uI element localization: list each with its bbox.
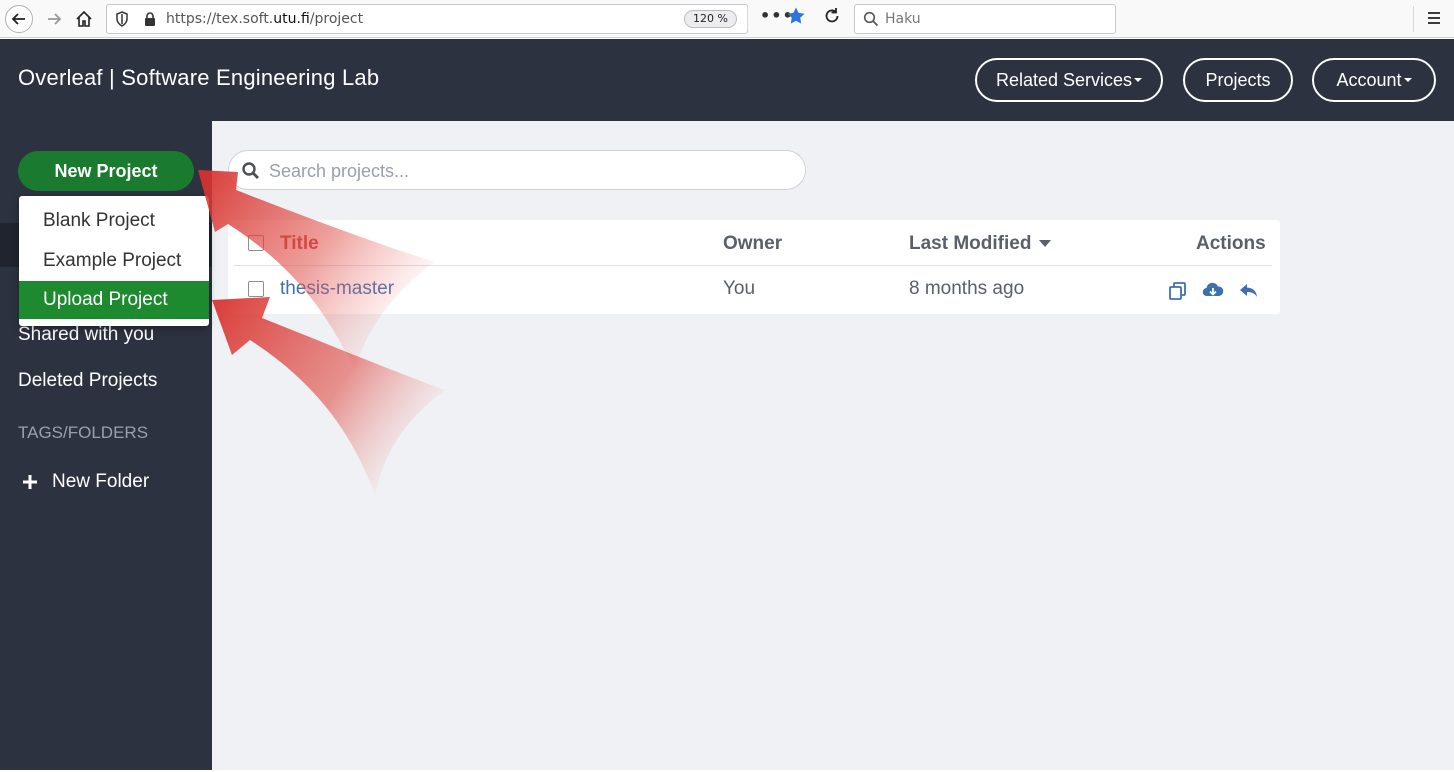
app-header: Overleaf | Software Engineering Lab Rela…: [0, 39, 1454, 121]
project-search-input[interactable]: [269, 159, 789, 183]
download-icon[interactable]: [1202, 281, 1224, 301]
dropdown-item-blank-project[interactable]: Blank Project: [19, 202, 209, 240]
dropdown-item-upload-project[interactable]: Upload Project: [19, 281, 209, 319]
sidebar-item-shared[interactable]: Shared with you: [18, 324, 154, 346]
project-last-modified: 8 months ago: [909, 278, 1025, 299]
browser-search-placeholder: Haku: [885, 11, 921, 27]
tags-folders-heading: TAGS/FOLDERS: [18, 423, 149, 442]
account-label: Account: [1336, 69, 1402, 90]
column-header-owner[interactable]: Owner: [723, 233, 782, 255]
new-folder-button[interactable]: New Folder: [22, 471, 149, 493]
plus-icon: [23, 475, 37, 489]
projects-button[interactable]: Projects: [1183, 58, 1293, 102]
main-content: Title Owner Last Modified Actions thesis…: [212, 121, 1454, 770]
divider: [234, 265, 1272, 266]
new-folder-label: New Folder: [52, 471, 150, 492]
caret-down-icon: [1403, 78, 1412, 82]
column-header-last-modified[interactable]: Last Modified: [909, 233, 1052, 255]
search-icon: [863, 11, 879, 27]
leave-project-icon[interactable]: [1238, 281, 1260, 301]
menu-icon[interactable]: [1427, 10, 1441, 26]
brand-title[interactable]: Overleaf | Software Engineering Lab: [18, 65, 379, 91]
new-project-dropdown: Blank Project Example Project Upload Pro…: [19, 196, 209, 326]
forward-button[interactable]: [40, 5, 68, 33]
projects-label: Projects: [1205, 69, 1271, 90]
account-button[interactable]: Account: [1312, 58, 1436, 102]
shield-icon[interactable]: [115, 11, 129, 27]
copy-icon[interactable]: [1168, 281, 1188, 301]
select-all-checkbox[interactable]: [248, 235, 264, 251]
divider: [1413, 6, 1414, 32]
browser-search-bar[interactable]: Haku: [854, 4, 1116, 34]
reload-icon[interactable]: [822, 6, 842, 26]
project-title-link[interactable]: thesis-master: [280, 278, 394, 300]
url-text: https://tex.soft.utu.fi/project: [166, 11, 364, 27]
browser-toolbar: https://tex.soft.utu.fi/project 120 % ••…: [0, 0, 1454, 38]
caret-down-icon: [1134, 78, 1143, 82]
dropdown-item-example-project[interactable]: Example Project: [19, 242, 209, 280]
column-header-actions: Actions: [1196, 233, 1266, 254]
search-icon: [242, 162, 259, 179]
related-services-label: Related Services: [995, 69, 1133, 90]
project-table: Title Owner Last Modified Actions thesis…: [228, 220, 1280, 314]
home-icon: [76, 10, 92, 27]
arrow-right-icon: [48, 13, 62, 25]
lock-icon[interactable]: [143, 11, 157, 27]
project-search[interactable]: [228, 150, 806, 190]
zoom-level-badge[interactable]: 120 %: [684, 10, 737, 28]
project-owner: You: [723, 278, 756, 299]
column-header-title[interactable]: Title: [280, 233, 319, 255]
home-button[interactable]: [70, 5, 98, 33]
last-modified-label: Last Modified: [909, 233, 1032, 254]
divider: [747, 6, 748, 30]
row-checkbox[interactable]: [248, 281, 264, 297]
arrow-left-icon: [11, 13, 25, 25]
related-services-button[interactable]: Related Services: [975, 58, 1163, 102]
new-project-button[interactable]: New Project: [18, 151, 194, 191]
back-button[interactable]: [5, 5, 33, 33]
address-bar[interactable]: https://tex.soft.utu.fi/project 120 %: [106, 4, 748, 34]
sidebar-item-deleted[interactable]: Deleted Projects: [18, 370, 157, 392]
sort-desc-icon: [1039, 240, 1052, 248]
bookmark-star-icon[interactable]: [786, 6, 806, 26]
